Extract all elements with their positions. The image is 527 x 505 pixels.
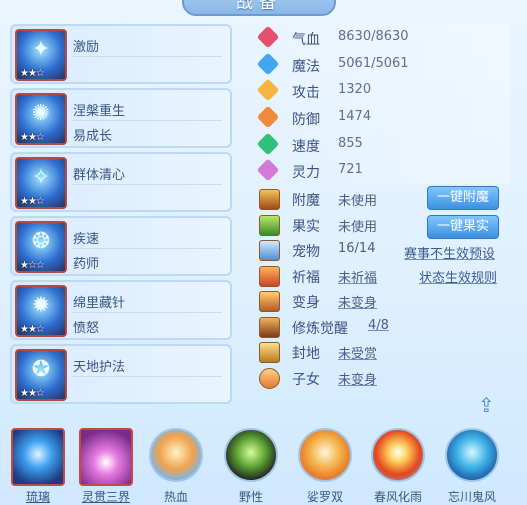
skill-icon: ✦ ★★☆ bbox=[15, 29, 67, 81]
wangchuan-icon bbox=[445, 428, 499, 482]
cultivation-icon bbox=[259, 316, 280, 338]
pet-icon bbox=[259, 240, 280, 261]
skill-slot[interactable]: ✦ ★★☆ 激励 bbox=[10, 24, 232, 84]
yexing-icon bbox=[224, 428, 278, 482]
child-icon bbox=[259, 367, 280, 389]
attack-icon bbox=[256, 79, 280, 102]
stat-row: 灵力 721 bbox=[256, 157, 520, 184]
child-link[interactable]: 未变身 bbox=[338, 369, 377, 388]
card-chunfeng[interactable]: 春风化雨 bbox=[369, 428, 427, 505]
stat-row: 魔法 5061/5061 bbox=[256, 51, 520, 78]
suoluoshuang-icon bbox=[298, 428, 352, 482]
skill-slot[interactable]: ✺ ★★☆ 涅槃重生 易成长 bbox=[10, 88, 232, 148]
rexue-icon bbox=[149, 428, 203, 482]
skill-slot[interactable]: ✹ ★★☆ 绵里藏针 愤怒 bbox=[10, 280, 232, 340]
skill-name: 群体清心 bbox=[73, 168, 126, 183]
card-liuli[interactable]: 琉璃 bbox=[9, 428, 67, 505]
defense-icon bbox=[256, 105, 280, 129]
transform-link[interactable]: 未变身 bbox=[338, 292, 377, 311]
linggan-icon bbox=[79, 428, 133, 486]
skill-name: 天地护法 bbox=[73, 360, 126, 375]
page-title: 战备 bbox=[182, 0, 336, 16]
stat-list: 气血 8630/8630 魔法 5061/5061 攻击 1320 防御 1474 速度… bbox=[254, 24, 520, 184]
card-rexue[interactable]: 热血 bbox=[147, 428, 205, 505]
skill-slot[interactable]: ✧ ★★☆ 群体清心 bbox=[10, 152, 232, 212]
skill-icon: ✺ ★★☆ bbox=[15, 93, 67, 145]
stat-row: 速度 855 bbox=[256, 131, 520, 158]
skill-icon: ✪ ★★☆ bbox=[15, 349, 67, 401]
transform-icon bbox=[259, 291, 280, 312]
skill-sub: 药师 bbox=[73, 257, 100, 272]
skill-name: 绵里藏针 bbox=[73, 296, 126, 311]
liuli-icon bbox=[11, 428, 65, 486]
skill-list: ✦ ★★☆ 激励 ✺ ★★☆ 涅槃重生 易成长 ✧ ★★☆ 群体清心 ❂ ★☆☆ 疾速 … bbox=[10, 24, 232, 408]
status-row: 封地 未受赏 bbox=[258, 339, 520, 365]
skill-sub: 愤怒 bbox=[73, 321, 100, 336]
fief-link[interactable]: 未受赏 bbox=[338, 343, 377, 362]
fief-icon bbox=[259, 342, 280, 363]
preset-link[interactable]: 赛事不生效预设 bbox=[404, 243, 495, 262]
card-wangchuan[interactable]: 忘川鬼风 bbox=[443, 428, 501, 505]
status-row: 变身 未变身 bbox=[258, 288, 520, 314]
skill-icon: ❂ ★☆☆ bbox=[15, 221, 67, 273]
stat-row: 气血 8630/8630 bbox=[256, 24, 520, 51]
skill-slot[interactable]: ❂ ★☆☆ 疾速 药师 bbox=[10, 216, 232, 276]
skill-name: 涅槃重生 bbox=[73, 104, 126, 119]
chunfeng-icon bbox=[371, 428, 425, 482]
mp-icon bbox=[256, 52, 280, 76]
bottom-bar: 琉璃 灵贯三界 热血 野性 娑罗双 春风化雨 忘川鬼风 bbox=[0, 424, 527, 505]
stat-row: 防御 1474 bbox=[256, 104, 520, 131]
skill-slot[interactable]: ✪ ★★☆ 天地护法 bbox=[10, 344, 232, 404]
stat-row: 攻击 1320 bbox=[256, 77, 520, 104]
spirit-icon bbox=[256, 159, 280, 182]
enchant-icon bbox=[259, 189, 280, 210]
card-yexing[interactable]: 野性 bbox=[222, 428, 280, 505]
cultivation-link[interactable]: 4/8 bbox=[368, 318, 389, 333]
one-click-enchant-button[interactable]: 一键附魔 bbox=[427, 186, 499, 210]
speed-icon bbox=[256, 132, 280, 156]
card-linggan[interactable]: 灵贯三界 bbox=[77, 428, 135, 505]
blessing-icon bbox=[259, 265, 280, 287]
skill-icon: ✧ ★★☆ bbox=[15, 157, 67, 209]
rules-link[interactable]: 状态生效规则 bbox=[419, 267, 497, 286]
blessing-link[interactable]: 未祈福 bbox=[338, 267, 377, 286]
skill-icon: ✹ ★★☆ bbox=[15, 285, 67, 337]
skill-name: 疾速 bbox=[73, 232, 100, 247]
skill-name: 激励 bbox=[73, 40, 100, 55]
card-suoluoshuang[interactable]: 娑罗双 bbox=[296, 428, 354, 505]
fruit-icon bbox=[259, 214, 280, 236]
status-row: 修炼觉醒 4/8 bbox=[258, 314, 520, 340]
skill-sub: 易成长 bbox=[73, 129, 113, 144]
one-click-fruit-button[interactable]: 一键果实 bbox=[427, 215, 499, 239]
hp-icon bbox=[256, 25, 280, 49]
status-row: 子女 未变身 bbox=[258, 365, 520, 391]
share-icon[interactable]: ⇪ bbox=[478, 393, 504, 417]
